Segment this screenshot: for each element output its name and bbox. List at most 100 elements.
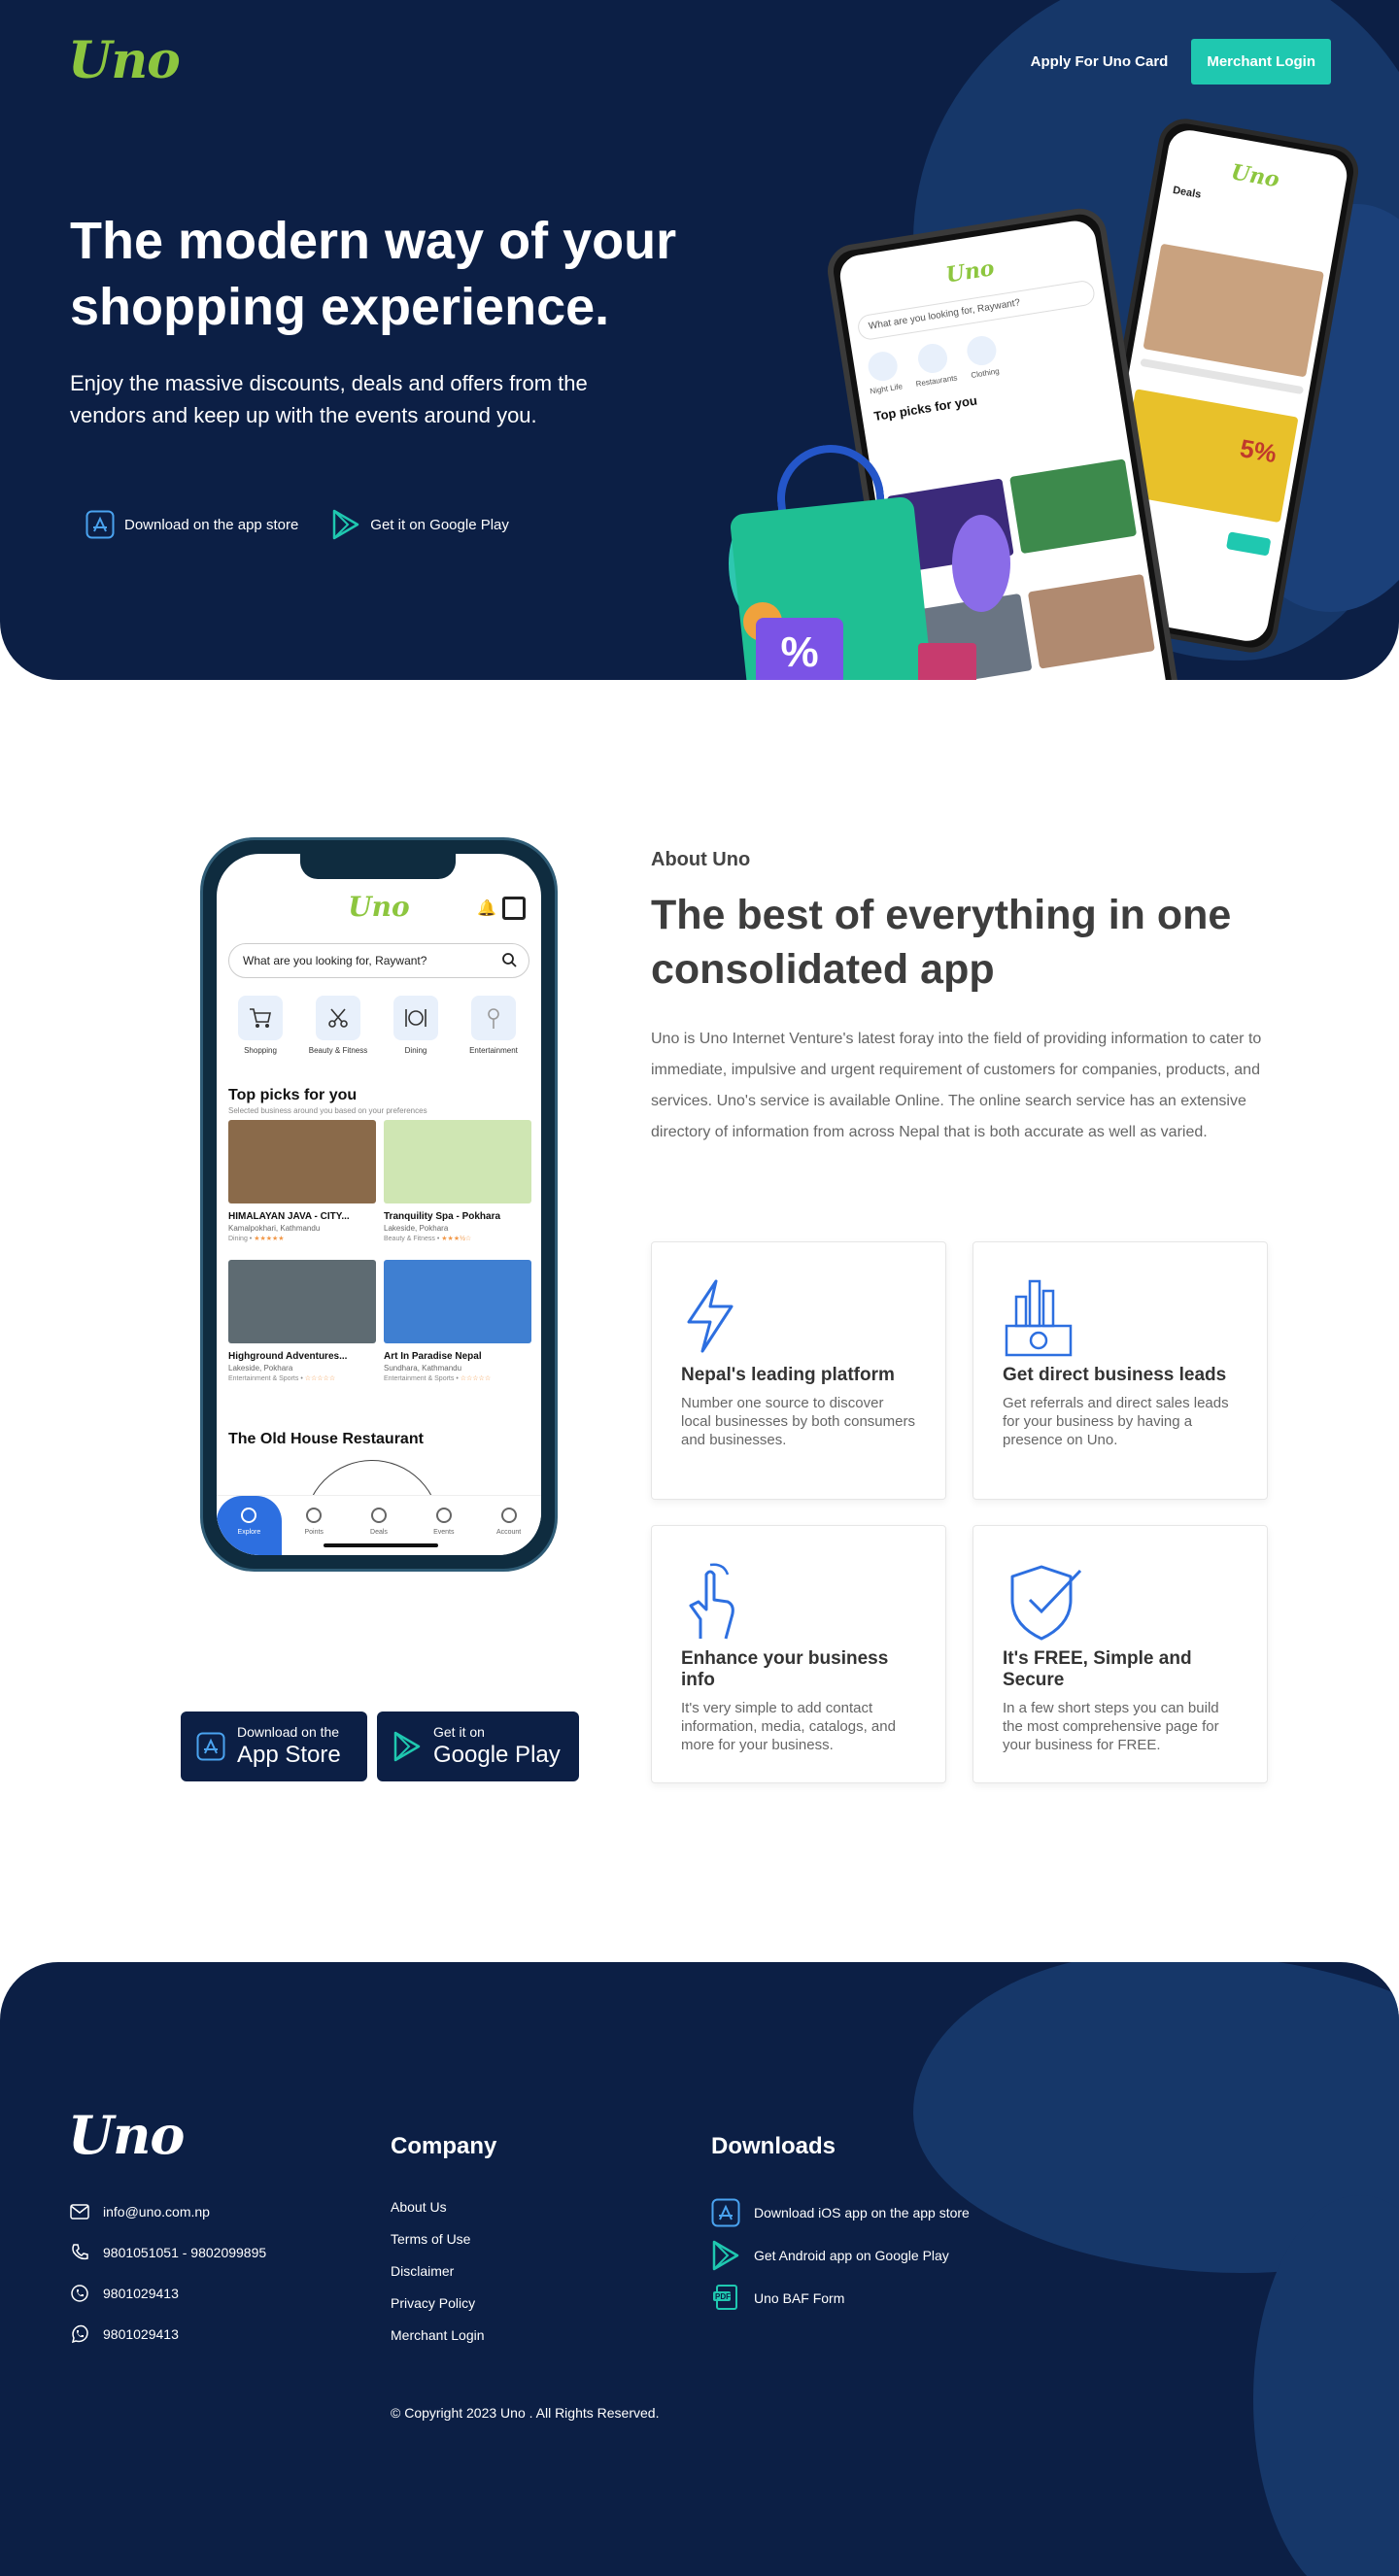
about-section: Uno 🔔 What are you looking for, Raywant?…	[0, 680, 1399, 1962]
contact-phone[interactable]: 9801051051 - 9802099895	[70, 2232, 266, 2273]
merchant-login-button[interactable]: Merchant Login	[1191, 39, 1331, 85]
contact-whatsapp[interactable]: 9801029413	[70, 2314, 266, 2355]
home-indicator	[324, 1543, 438, 1547]
baf-form-label: Uno BAF Form	[754, 2290, 845, 2306]
about-description: Uno is Uno Internet Venture's latest for…	[651, 1031, 1262, 1140]
contact-whatsapp-text: 9801029413	[103, 2326, 179, 2342]
hand-touch-icon	[681, 1561, 916, 1643]
trophy-icon	[306, 1508, 323, 1523]
business-card[interactable]: Tranquility Spa - Pokhara Lakeside, Pokh…	[384, 1120, 531, 1242]
feature-card: It's FREE, Simple and Secure In a few sh…	[972, 1525, 1268, 1783]
google-play-icon	[393, 1731, 421, 1762]
app-store-icon	[85, 510, 115, 539]
feature-description: In a few short steps you can build the m…	[1003, 1700, 1219, 1753]
store-buttons: Download on the App Store Get it on Google…	[181, 1712, 579, 1781]
discount-badge: %	[756, 618, 843, 680]
site-logo[interactable]: Uno	[68, 31, 181, 90]
top-picks-subtitle: Selected business around you based on yo…	[228, 1106, 427, 1115]
contact-phone-text: 9801051051 - 9802099895	[103, 2245, 267, 2260]
download-ios-label: Download iOS app on the app store	[754, 2205, 970, 2220]
business-card[interactable]: Highground Adventures... Lakeside, Pokha…	[228, 1260, 376, 1382]
hero-phone-category: Night Life	[865, 349, 904, 395]
app-search-bar: What are you looking for, Raywant?	[228, 943, 529, 978]
hero-download-links: Download on the app store Get it on Goog…	[85, 509, 509, 540]
business-card-title: Art In Paradise Nepal	[384, 1351, 482, 1362]
category-beauty: Beauty & Fitness	[306, 996, 370, 1055]
app-phone-screen: Uno 🔔 What are you looking for, Raywant?…	[217, 854, 541, 1555]
megaphone-icon	[370, 1508, 387, 1523]
contact-email[interactable]: info@uno.com.np	[70, 2191, 266, 2232]
hero-phone-card-image	[1027, 573, 1155, 669]
business-card[interactable]: Art In Paradise Nepal Sundhara, Kathmand…	[384, 1260, 531, 1382]
user-icon	[500, 1508, 517, 1523]
hero-phone-category: Restaurants	[910, 341, 958, 389]
deal-button	[1225, 531, 1272, 557]
about-title: The best of everything in one consolidat…	[651, 892, 1232, 993]
company-column-title: Company	[391, 2133, 497, 2159]
download-ios-link[interactable]: Download iOS app on the app store	[711, 2191, 970, 2234]
google-play-icon	[333, 509, 359, 540]
business-card-location: Lakeside, Pokhara	[384, 1224, 449, 1233]
app-store-small-label: Download on the	[237, 1724, 340, 1740]
company-links: About Us Terms of Use Disclaimer Privacy…	[391, 2191, 485, 2352]
feature-title: It's FREE, Simple and Secure	[1003, 1648, 1192, 1690]
phone-icon	[72, 2244, 88, 2260]
whatsapp-icon	[71, 2324, 88, 2344]
business-card-image	[384, 1260, 531, 1343]
feature-description: Get referrals and direct sales leads for…	[1003, 1395, 1229, 1448]
google-play-small-label: Get it on	[433, 1724, 485, 1740]
hero-phone-card-image	[1009, 458, 1138, 555]
footer-merchant-login-link[interactable]: Merchant Login	[391, 2320, 485, 2352]
downloads-links: Download iOS app on the app store Get An…	[711, 2191, 970, 2320]
app-store-big-label: App Store	[237, 1742, 341, 1768]
footer-logo[interactable]: Uno	[68, 2104, 185, 2166]
business-card-meta: Beauty & Fitness • ★★★½☆	[384, 1236, 472, 1242]
footer-contacts: info@uno.com.np 9801051051 - 9802099895 …	[70, 2191, 266, 2355]
copyright-text: © Copyright 2023 Uno . All Rights Reserv…	[391, 2405, 660, 2421]
contact-viber[interactable]: 9801029413	[70, 2273, 266, 2314]
about-us-link[interactable]: About Us	[391, 2191, 485, 2223]
feature-description: It's very simple to add contact informat…	[681, 1700, 896, 1753]
entertainment-icon	[471, 996, 516, 1040]
scissors-icon	[316, 996, 360, 1040]
business-card-location: Sundhara, Kathmandu	[384, 1364, 462, 1373]
qr-scan-icon	[502, 897, 526, 920]
site-footer: Uno info@uno.com.np 9801051051 - 9802099…	[0, 1962, 1399, 2576]
disclaimer-link[interactable]: Disclaimer	[391, 2255, 485, 2288]
google-play-button[interactable]: Get it on Google Play	[377, 1712, 579, 1781]
pdf-icon: PDF	[713, 2285, 737, 2310]
apply-uno-card-link[interactable]: Apply For Uno Card	[1031, 53, 1169, 70]
explore-icon	[241, 1508, 257, 1523]
hero-app-store-label: Download on the app store	[124, 516, 299, 533]
business-card-image	[228, 1120, 376, 1203]
business-card-meta: Entertainment & Sports • ☆☆☆☆☆	[228, 1375, 336, 1382]
business-card-location: Kamalpokhari, Kathmandu	[228, 1224, 321, 1233]
category-dining: Dining	[384, 996, 448, 1055]
leaf-decoration	[952, 515, 1010, 612]
search-icon	[502, 953, 517, 967]
app-phone-mockup: Uno 🔔 What are you looking for, Raywant?…	[200, 837, 558, 1572]
shield-check-icon	[1003, 1561, 1238, 1643]
app-store-button[interactable]: Download on the App Store	[181, 1712, 367, 1781]
business-card-image	[384, 1120, 531, 1203]
tab-explore[interactable]: Explore	[217, 1496, 282, 1555]
hero-google-play-link[interactable]: Get it on Google Play	[331, 509, 509, 540]
business-card-title: Highground Adventures...	[228, 1351, 348, 1362]
tab-account[interactable]: Account	[476, 1496, 541, 1555]
hero-app-store-link[interactable]: Download on the app store	[85, 509, 298, 540]
top-picks-title: Top picks for you	[228, 1087, 358, 1103]
restaurant-title: The Old House Restaurant	[228, 1431, 424, 1447]
download-android-link[interactable]: Get Android app on Google Play	[711, 2234, 970, 2277]
feature-description: Number one source to discover local busi…	[681, 1395, 915, 1448]
feature-card: Enhance your business info It's very sim…	[651, 1525, 946, 1783]
privacy-policy-link[interactable]: Privacy Policy	[391, 2288, 485, 2320]
google-play-icon	[712, 2240, 739, 2271]
baf-form-link[interactable]: PDF Uno BAF Form	[711, 2277, 970, 2320]
business-card-meta: Entertainment & Sports • ☆☆☆☆☆	[384, 1375, 492, 1382]
about-label: About Uno	[651, 849, 751, 870]
business-card-title: HIMALAYAN JAVA - CITY...	[228, 1211, 350, 1222]
svg-text:PDF: PDF	[715, 2292, 731, 2301]
business-card[interactable]: HIMALAYAN JAVA - CITY... Kamalpokhari, K…	[228, 1120, 376, 1242]
terms-of-use-link[interactable]: Terms of Use	[391, 2223, 485, 2255]
category-entertainment: Entertainment	[461, 996, 526, 1055]
